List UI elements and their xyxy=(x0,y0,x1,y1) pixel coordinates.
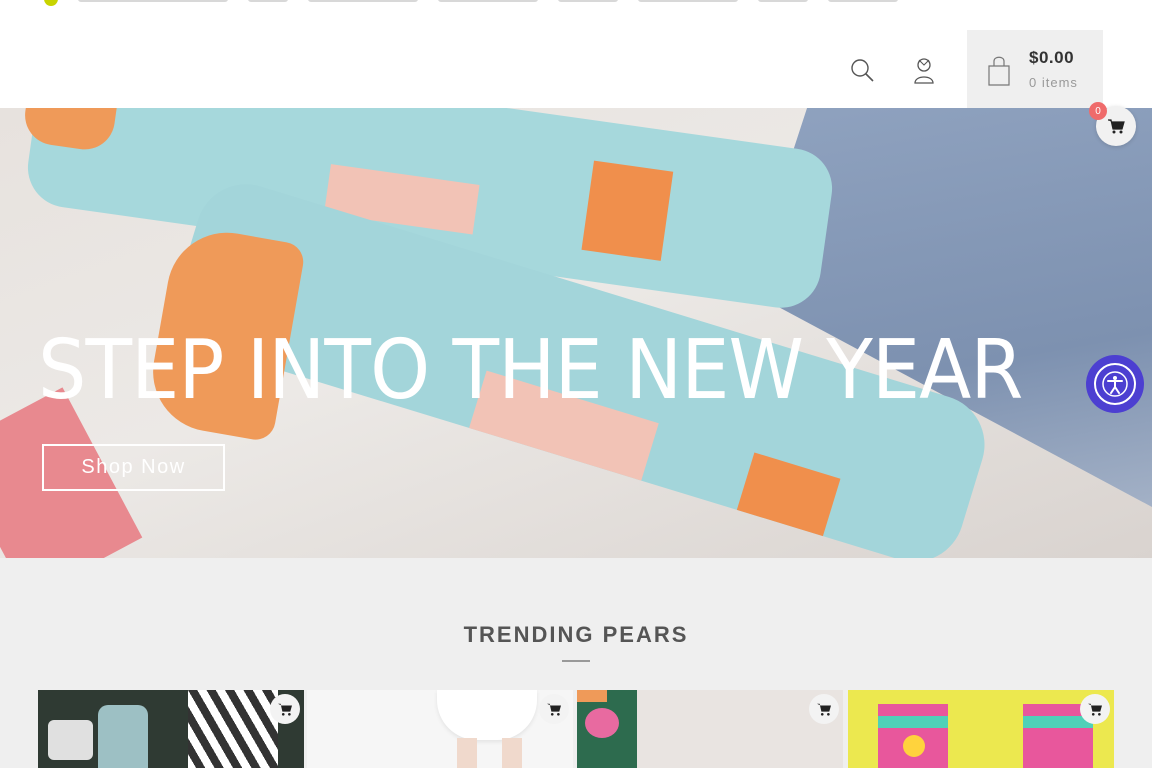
nav-link[interactable] xyxy=(78,0,228,2)
add-to-cart-button[interactable] xyxy=(270,694,300,724)
site-header: $0.00 0 items xyxy=(0,0,1152,108)
hero-banner: STEP INTO THE NEW YEAR Shop Now xyxy=(0,108,1152,558)
nav-link[interactable] xyxy=(828,0,898,2)
hero-title: STEP INTO THE NEW YEAR xyxy=(38,323,1023,418)
shop-now-button[interactable]: Shop Now xyxy=(42,444,225,491)
top-navigation-strip xyxy=(44,0,898,6)
nav-link[interactable] xyxy=(758,0,808,2)
cart-icon xyxy=(547,703,561,716)
logo[interactable] xyxy=(44,0,58,6)
add-to-cart-button[interactable] xyxy=(809,694,839,724)
cart-count-badge: 0 xyxy=(1089,102,1107,120)
nav-link[interactable] xyxy=(558,0,618,2)
product-card[interactable] xyxy=(848,690,1114,768)
add-to-cart-button[interactable] xyxy=(1080,694,1110,724)
trending-section: TRENDING PEARS xyxy=(0,558,1152,768)
accessibility-icon xyxy=(1102,371,1128,397)
add-to-cart-button[interactable] xyxy=(539,694,569,724)
product-card[interactable] xyxy=(307,690,573,768)
nav-link[interactable] xyxy=(638,0,738,2)
nav-link[interactable] xyxy=(248,0,288,2)
cart-item-count: 0 items xyxy=(1029,75,1078,90)
cart-icon xyxy=(1108,119,1125,134)
cart-icon xyxy=(1088,703,1102,716)
search-button[interactable] xyxy=(848,56,876,84)
shopping-bag-icon xyxy=(988,56,1010,86)
search-icon xyxy=(851,59,874,82)
section-title: TRENDING PEARS xyxy=(463,622,689,647)
product-card[interactable] xyxy=(577,690,843,768)
accessibility-button[interactable] xyxy=(1086,355,1144,413)
cart-icon xyxy=(278,703,292,716)
account-button[interactable] xyxy=(910,56,938,84)
nav-link[interactable] xyxy=(308,0,418,2)
product-card[interactable] xyxy=(38,690,304,768)
cart-total: $0.00 xyxy=(1029,48,1075,67)
divider xyxy=(562,660,590,662)
floating-cart-button[interactable]: 0 xyxy=(1089,102,1136,146)
user-icon xyxy=(914,58,934,84)
nav-link[interactable] xyxy=(438,0,538,2)
cart-icon xyxy=(817,703,831,716)
header-cart[interactable]: $0.00 0 items xyxy=(967,30,1103,108)
